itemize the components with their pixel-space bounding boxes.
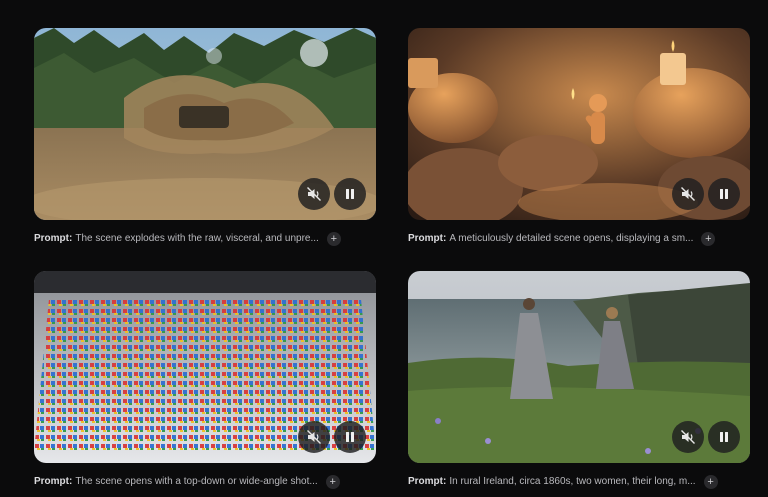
prompt-caption: Prompt: The scene opens with a top-down … <box>34 475 376 489</box>
video-player[interactable] <box>408 28 750 220</box>
pause-button[interactable] <box>708 421 740 453</box>
expand-prompt-button[interactable]: + <box>701 232 716 246</box>
prompt-text: A meticulously detailed scene opens, dis… <box>449 233 694 244</box>
video-card-origami-grid[interactable]: Prompt: The scene opens with a top-down … <box>34 271 376 489</box>
video-player[interactable] <box>34 271 376 463</box>
volume-off-icon <box>307 430 321 444</box>
video-controls <box>672 178 740 210</box>
volume-off-icon <box>307 187 321 201</box>
prompt-text: The scene explodes with the raw, viscera… <box>75 233 319 244</box>
video-card-candle-figure[interactable]: Prompt: A meticulously detailed scene op… <box>408 28 750 246</box>
video-controls <box>298 421 366 453</box>
pause-icon <box>346 432 354 442</box>
pause-icon <box>346 189 354 199</box>
prompt-label: Prompt: <box>408 233 447 244</box>
prompt-label: Prompt: <box>34 476 73 487</box>
pause-icon <box>720 189 728 199</box>
expand-prompt-button[interactable]: + <box>703 475 718 489</box>
volume-off-icon <box>681 187 695 201</box>
mute-button[interactable] <box>672 178 704 210</box>
prompt-caption: Prompt: The scene explodes with the raw,… <box>34 232 376 246</box>
pause-button[interactable] <box>708 178 740 210</box>
mute-button[interactable] <box>298 178 330 210</box>
volume-off-icon <box>681 430 695 444</box>
video-card-mud-truck[interactable]: Prompt: The scene explodes with the raw,… <box>34 28 376 246</box>
prompt-caption: Prompt: A meticulously detailed scene op… <box>408 232 750 246</box>
mute-button[interactable] <box>672 421 704 453</box>
video-player[interactable] <box>408 271 750 463</box>
pause-button[interactable] <box>334 178 366 210</box>
prompt-label: Prompt: <box>34 233 73 244</box>
mute-button[interactable] <box>298 421 330 453</box>
prompt-text: The scene opens with a top-down or wide-… <box>75 476 318 487</box>
pause-button[interactable] <box>334 421 366 453</box>
video-card-irish-cliffs[interactable]: Prompt: In rural Ireland, circa 1860s, t… <box>408 271 750 489</box>
expand-prompt-button[interactable]: + <box>326 232 341 246</box>
prompt-label: Prompt: <box>408 476 447 487</box>
video-controls <box>298 178 366 210</box>
expand-prompt-button[interactable]: + <box>325 475 340 489</box>
prompt-caption: Prompt: In rural Ireland, circa 1860s, t… <box>408 475 750 489</box>
video-controls <box>672 421 740 453</box>
video-player[interactable] <box>34 28 376 220</box>
pause-icon <box>720 432 728 442</box>
prompt-text: In rural Ireland, circa 1860s, two women… <box>449 476 696 487</box>
